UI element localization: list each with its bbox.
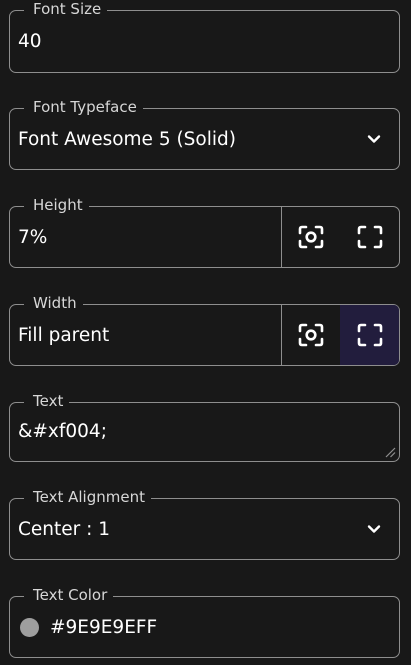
width-input[interactable]: Fill parent (18, 305, 109, 365)
text-alignment-select[interactable]: Text Alignment Center : 1 (9, 488, 400, 560)
font-size-field[interactable]: Font Size 40 (9, 0, 400, 73)
font-typeface-value: Font Awesome 5 (Solid) (18, 128, 236, 150)
text-textarea[interactable]: &#xf004; (18, 403, 107, 459)
font-typeface-select[interactable]: Font Typeface Font Awesome 5 (Solid) (9, 98, 400, 170)
focus-frame-icon (298, 323, 324, 347)
height-fill-parent-button[interactable] (340, 207, 399, 267)
width-fill-parent-button[interactable] (340, 305, 399, 365)
width-field: Width Fill parent (9, 294, 400, 366)
resize-handle-icon[interactable] (384, 446, 396, 458)
font-size-input[interactable]: 40 (18, 11, 42, 72)
height-size-mode-buttons (281, 207, 399, 267)
height-input[interactable]: 7% (18, 207, 47, 267)
focus-frame-icon (298, 225, 324, 249)
fullscreen-corners-icon (357, 225, 382, 249)
text-color-value-row: #9E9E9EFF (20, 597, 157, 657)
text-field[interactable]: Text &#xf004; (9, 392, 400, 462)
text-alignment-value: Center : 1 (18, 518, 111, 540)
text-color-input[interactable]: #9E9E9EFF (50, 617, 157, 638)
chevron-down-icon[interactable] (366, 131, 382, 147)
width-wrap-content-button[interactable] (281, 305, 340, 365)
height-wrap-content-button[interactable] (281, 207, 340, 267)
height-field: Height 7% (9, 196, 400, 268)
text-color-field[interactable]: Text Color #9E9E9EFF (9, 586, 400, 658)
width-size-mode-buttons (281, 305, 399, 365)
color-swatch[interactable] (20, 617, 39, 637)
chevron-down-icon[interactable] (366, 521, 382, 537)
fullscreen-corners-icon (357, 323, 382, 347)
